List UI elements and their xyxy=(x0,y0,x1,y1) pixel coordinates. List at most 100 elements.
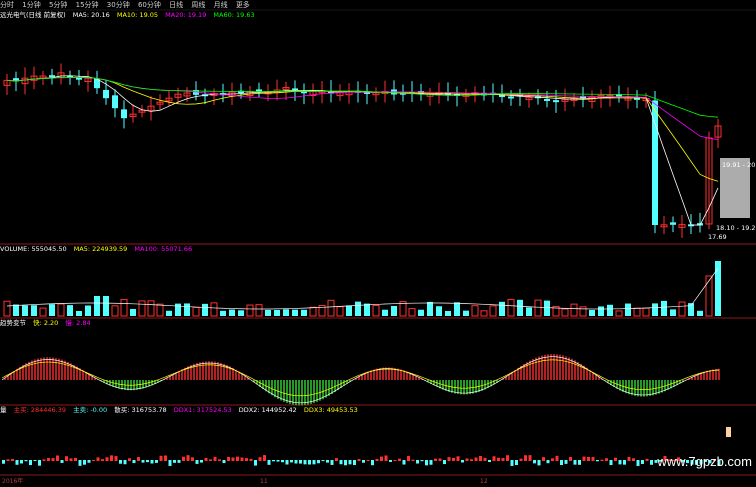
ddx-bar xyxy=(159,455,163,461)
ddx-bar xyxy=(456,456,460,461)
volume-bar xyxy=(175,303,181,316)
ddx-bar xyxy=(281,460,284,463)
ddx-bar xyxy=(87,460,91,463)
volume-bar xyxy=(705,275,713,317)
candle-body xyxy=(112,95,118,109)
ddx-bar xyxy=(326,460,329,463)
ddx-bar xyxy=(11,458,14,461)
ddx-bar xyxy=(33,460,37,462)
ddx-bar xyxy=(78,460,82,466)
volume-bar xyxy=(255,304,263,317)
volume-bar xyxy=(184,303,190,316)
ddx-bar xyxy=(398,458,401,461)
axis-year: 2016年 xyxy=(2,478,24,485)
ddx-bar xyxy=(542,457,545,461)
ma20-line xyxy=(6,76,719,141)
ddx-bar xyxy=(69,458,73,461)
volume-bar xyxy=(471,305,479,317)
ddx-bar xyxy=(614,457,617,461)
ddx-bar xyxy=(114,456,118,461)
volume-bar xyxy=(246,304,254,317)
ddx-bar xyxy=(497,457,500,461)
ddx-bar xyxy=(285,460,289,465)
ddx-bar xyxy=(339,460,343,465)
ddx-bar xyxy=(425,460,428,466)
volume-bar xyxy=(561,308,569,317)
ddx-bar xyxy=(272,460,275,462)
candle-body xyxy=(544,98,550,101)
volume-bar xyxy=(85,305,91,316)
volume-bar xyxy=(526,307,532,316)
ddx-bar xyxy=(141,460,145,463)
ddx-bar xyxy=(231,457,235,461)
ddx-bar xyxy=(564,460,568,464)
volume-bar xyxy=(111,305,119,317)
ddx-bar xyxy=(132,460,136,464)
candle-body xyxy=(121,109,127,119)
volume-bar xyxy=(283,309,289,316)
ddx-bar xyxy=(308,460,311,465)
volume-bar xyxy=(336,306,344,317)
ddx-bar xyxy=(411,459,415,461)
volume-bar xyxy=(3,300,11,317)
ddx-bar xyxy=(510,460,514,466)
ddx-bar xyxy=(429,460,433,465)
ddx-bar xyxy=(276,460,280,462)
candle-body xyxy=(103,89,109,99)
ddx-bar xyxy=(119,460,122,464)
ddx-bar xyxy=(290,460,293,463)
volume-bar xyxy=(130,308,136,316)
volume-bar xyxy=(265,309,271,316)
ddx-bar xyxy=(380,456,383,461)
ddx-bar xyxy=(506,455,509,461)
ddx-bar xyxy=(393,459,397,461)
volume-bar xyxy=(607,304,613,316)
ddx-bar xyxy=(249,459,253,461)
ddx-bar xyxy=(186,455,190,461)
ddx-bar xyxy=(578,460,581,465)
ddx-bar xyxy=(402,460,406,465)
volume-bar xyxy=(445,310,451,316)
ddx-bar xyxy=(177,460,181,463)
ddx-bar xyxy=(537,460,541,466)
ddx-bar xyxy=(137,457,140,461)
ddx-bar xyxy=(6,459,10,461)
macd-fast-line xyxy=(1,356,720,404)
volume-bar xyxy=(652,303,658,316)
volume-bar xyxy=(633,307,641,317)
ddx-bar xyxy=(173,460,176,463)
volume-bar xyxy=(238,310,244,316)
volume-bar xyxy=(156,303,164,317)
ddx-bar xyxy=(236,456,239,461)
volume-bar xyxy=(499,301,505,316)
volume-bar xyxy=(598,306,604,316)
ddx-bar xyxy=(420,460,424,462)
ddx-bar xyxy=(555,455,559,461)
ddx-bar xyxy=(479,455,482,461)
volume-bar xyxy=(229,309,235,316)
ddx-bar xyxy=(222,460,226,464)
ddx-bar xyxy=(515,460,518,466)
ddx-bar xyxy=(465,458,469,461)
volume-bar xyxy=(57,303,65,317)
volume-bar xyxy=(274,310,280,316)
ddx-bar xyxy=(533,460,536,464)
candle-body xyxy=(76,77,82,80)
watermark: www.7gpzb.com xyxy=(657,454,752,469)
volume-bar xyxy=(327,299,335,317)
ddx-bar xyxy=(317,460,320,464)
ddx-bar xyxy=(321,460,325,462)
macd-slow-line xyxy=(1,359,720,397)
volume-bar xyxy=(372,304,380,317)
ddx-bar xyxy=(344,460,347,466)
ddx-bar xyxy=(15,460,19,465)
ddx-bar xyxy=(650,460,653,465)
ddx-bar xyxy=(146,460,149,463)
ddx-bar xyxy=(245,458,248,461)
ddx-bar xyxy=(330,460,334,465)
volume-bar xyxy=(138,300,146,317)
stock-chart-canvas[interactable] xyxy=(0,0,756,487)
ddx-bar xyxy=(371,460,374,466)
volume-bar xyxy=(192,306,200,317)
ddx-highlight-bar xyxy=(726,427,731,437)
